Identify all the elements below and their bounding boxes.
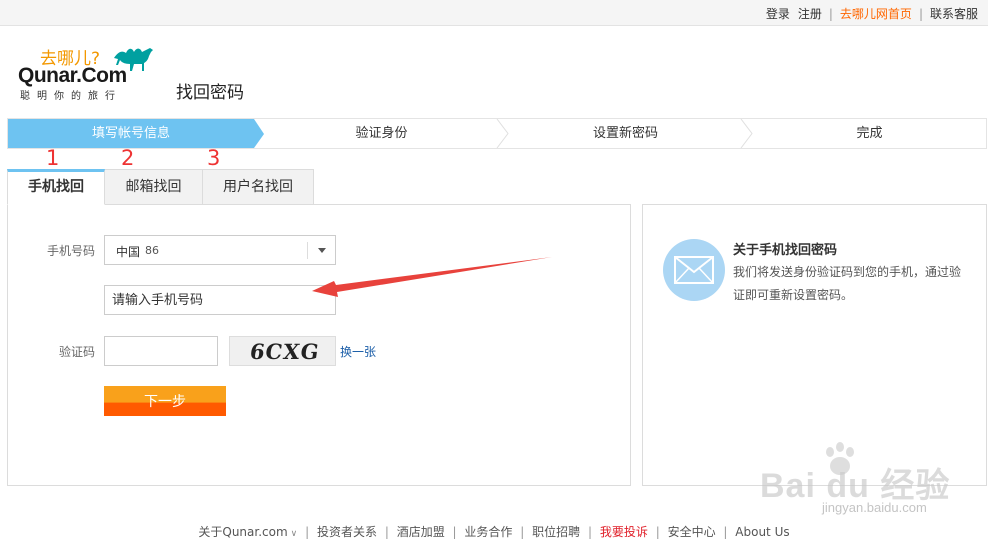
footer-link-jobs[interactable]: 职位招聘 bbox=[532, 525, 580, 539]
progress-steps: 填写帐号信息 验证身份 设置新密码 完成 bbox=[7, 118, 987, 149]
refresh-captcha-link[interactable]: 换一张 bbox=[340, 343, 376, 360]
captcha-text: 6CXG bbox=[248, 339, 322, 364]
footer-link-security-center[interactable]: 安全中心 bbox=[668, 525, 716, 539]
info-title: 关于手机找回密码 bbox=[733, 243, 838, 258]
next-step-button[interactable]: 下一步 bbox=[104, 386, 226, 416]
annotation-number-2: 2 bbox=[121, 146, 135, 170]
phone-number-label: 手机号码 bbox=[46, 244, 95, 258]
step-fill-account-info: 填写帐号信息 bbox=[8, 119, 254, 148]
tab-username-recovery[interactable]: 用户名找回 bbox=[202, 169, 314, 205]
qunar-logo[interactable]: 去哪儿? Qunar.Com 聪明你的旅行 bbox=[18, 44, 158, 102]
annotation-number-1: 1 bbox=[46, 146, 60, 170]
annotation-number-3: 3 bbox=[207, 146, 221, 170]
info-description: 我们将发送身份验证码到您的手机，通过验证即可重新设置密码。 bbox=[733, 265, 962, 302]
watermark-url: jingyan.baidu.com bbox=[822, 500, 927, 515]
captcha-input[interactable] bbox=[104, 336, 218, 366]
home-link[interactable]: 去哪儿网首页 bbox=[840, 5, 912, 22]
selected-country-code: 86 bbox=[145, 244, 159, 257]
logo-english-text: Qunar.Com bbox=[18, 64, 127, 87]
footer-link-business-cooperation[interactable]: 业务合作 bbox=[464, 525, 512, 539]
selected-country: 中国 bbox=[116, 245, 141, 259]
captcha-image[interactable]: 6CXG bbox=[229, 336, 336, 366]
tab-email-recovery[interactable]: 邮箱找回 bbox=[104, 169, 203, 205]
footer-link-complaint[interactable]: 我要投诉 bbox=[600, 525, 648, 539]
mail-badge bbox=[663, 239, 725, 301]
footer-links: 关于Qunar.com ∨ | 投资者关系 | 酒店加盟 | 业务合作 | 职位招… bbox=[198, 525, 790, 539]
top-bar: 登录 注册 | 去哪儿网首页 | 联系客服 bbox=[0, 0, 988, 26]
captcha-label: 验证码 bbox=[58, 345, 95, 359]
customer-service-link[interactable]: 联系客服 bbox=[930, 5, 978, 22]
register-link[interactable]: 注册 bbox=[798, 5, 822, 22]
step-verify-identity: 验证身份 bbox=[355, 126, 408, 141]
step-complete: 完成 bbox=[856, 126, 883, 141]
footer-link-about-qunar[interactable]: 关于Qunar.com bbox=[198, 525, 287, 539]
separator: | bbox=[918, 6, 923, 21]
envelope-icon bbox=[674, 256, 714, 284]
logo-slogan: 聪明你的旅行 bbox=[20, 91, 122, 102]
tab-phone-recovery[interactable]: 手机找回 bbox=[7, 169, 105, 205]
step-set-new-password: 设置新密码 bbox=[592, 126, 658, 141]
top-nav: 登录 注册 | 去哪儿网首页 | 联系客服 bbox=[766, 5, 978, 22]
annotation-arrow-icon bbox=[312, 257, 552, 297]
separator: | bbox=[828, 6, 833, 21]
login-link[interactable]: 登录 bbox=[766, 5, 790, 22]
page-title: 找回密码 bbox=[176, 83, 244, 103]
footer-link-investor-relations[interactable]: 投资者关系 bbox=[317, 525, 377, 539]
step-active-arrow bbox=[254, 119, 264, 148]
footer-link-about-us[interactable]: About Us bbox=[735, 525, 789, 539]
recovery-form-panel: 手机号码 中国 86 验证码 6CXG 换一张 下一步 bbox=[7, 204, 631, 486]
chevron-down-icon: ∨ bbox=[290, 529, 298, 539]
footer-link-hotel-join[interactable]: 酒店加盟 bbox=[397, 525, 445, 539]
